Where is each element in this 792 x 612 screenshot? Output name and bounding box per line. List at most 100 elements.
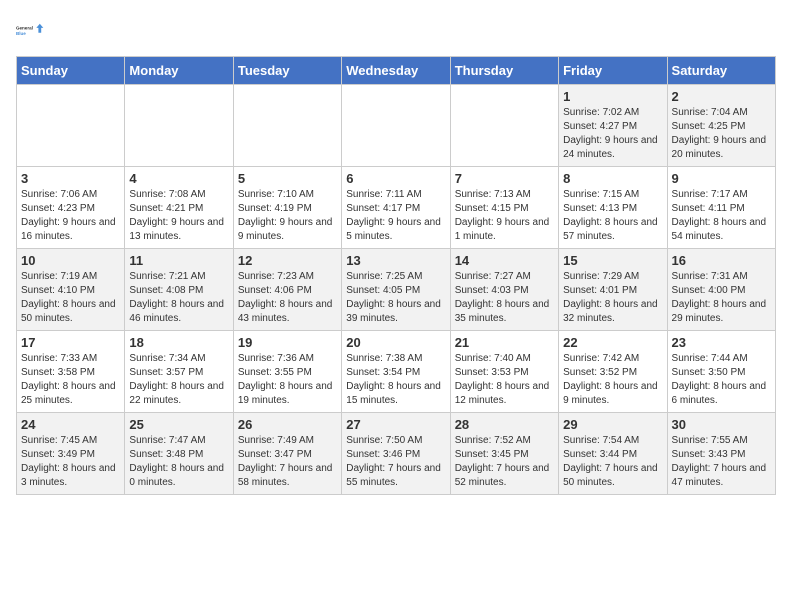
day-number: 1 (563, 89, 662, 104)
day-cell: 4 Sunrise: 7:08 AM Sunset: 4:21 PM Daylig… (125, 167, 233, 249)
day-cell: 22 Sunrise: 7:42 AM Sunset: 3:52 PM Dayli… (559, 331, 667, 413)
day-info: Sunrise: 7:44 AM Sunset: 3:50 PM Dayligh… (672, 352, 771, 408)
day-number: 10 (21, 253, 120, 268)
day-info: Sunrise: 7:49 AM Sunset: 3:47 PM Dayligh… (238, 434, 337, 490)
day-info: Sunrise: 7:04 AM Sunset: 4:25 PM Dayligh… (672, 106, 771, 162)
day-cell: 24 Sunrise: 7:45 AM Sunset: 3:49 PM Dayli… (17, 413, 125, 495)
day-number: 24 (21, 417, 120, 432)
header-cell-thursday: Thursday (450, 57, 558, 85)
day-cell: 19 Sunrise: 7:36 AM Sunset: 3:55 PM Dayli… (233, 331, 341, 413)
header-cell-saturday: Saturday (667, 57, 775, 85)
day-info: Sunrise: 7:40 AM Sunset: 3:53 PM Dayligh… (455, 352, 554, 408)
day-number: 16 (672, 253, 771, 268)
day-number: 14 (455, 253, 554, 268)
day-cell: 1 Sunrise: 7:02 AM Sunset: 4:27 PM Daylig… (559, 85, 667, 167)
day-info: Sunrise: 7:25 AM Sunset: 4:05 PM Dayligh… (346, 270, 445, 326)
day-info: Sunrise: 7:50 AM Sunset: 3:46 PM Dayligh… (346, 434, 445, 490)
day-info: Sunrise: 7:52 AM Sunset: 3:45 PM Dayligh… (455, 434, 554, 490)
day-number: 5 (238, 171, 337, 186)
day-number: 22 (563, 335, 662, 350)
day-info: Sunrise: 7:10 AM Sunset: 4:19 PM Dayligh… (238, 188, 337, 244)
day-info: Sunrise: 7:17 AM Sunset: 4:11 PM Dayligh… (672, 188, 771, 244)
day-cell: 23 Sunrise: 7:44 AM Sunset: 3:50 PM Dayli… (667, 331, 775, 413)
day-cell: 30 Sunrise: 7:55 AM Sunset: 3:43 PM Dayli… (667, 413, 775, 495)
day-cell: 28 Sunrise: 7:52 AM Sunset: 3:45 PM Dayli… (450, 413, 558, 495)
day-cell (342, 85, 450, 167)
day-info: Sunrise: 7:54 AM Sunset: 3:44 PM Dayligh… (563, 434, 662, 490)
day-info: Sunrise: 7:47 AM Sunset: 3:48 PM Dayligh… (129, 434, 228, 490)
page-header: General Blue (16, 16, 776, 44)
header-cell-tuesday: Tuesday (233, 57, 341, 85)
day-cell: 13 Sunrise: 7:25 AM Sunset: 4:05 PM Dayli… (342, 249, 450, 331)
day-info: Sunrise: 7:45 AM Sunset: 3:49 PM Dayligh… (21, 434, 120, 490)
day-cell: 26 Sunrise: 7:49 AM Sunset: 3:47 PM Dayli… (233, 413, 341, 495)
logo: General Blue (16, 16, 44, 44)
day-number: 2 (672, 89, 771, 104)
day-cell: 5 Sunrise: 7:10 AM Sunset: 4:19 PM Daylig… (233, 167, 341, 249)
day-info: Sunrise: 7:31 AM Sunset: 4:00 PM Dayligh… (672, 270, 771, 326)
day-info: Sunrise: 7:38 AM Sunset: 3:54 PM Dayligh… (346, 352, 445, 408)
day-number: 25 (129, 417, 228, 432)
calendar-table: SundayMondayTuesdayWednesdayThursdayFrid… (16, 56, 776, 495)
day-number: 13 (346, 253, 445, 268)
day-info: Sunrise: 7:55 AM Sunset: 3:43 PM Dayligh… (672, 434, 771, 490)
week-row-4: 24 Sunrise: 7:45 AM Sunset: 3:49 PM Dayli… (17, 413, 776, 495)
day-number: 12 (238, 253, 337, 268)
week-row-1: 3 Sunrise: 7:06 AM Sunset: 4:23 PM Daylig… (17, 167, 776, 249)
day-number: 27 (346, 417, 445, 432)
day-info: Sunrise: 7:11 AM Sunset: 4:17 PM Dayligh… (346, 188, 445, 244)
day-number: 23 (672, 335, 771, 350)
day-number: 28 (455, 417, 554, 432)
day-info: Sunrise: 7:42 AM Sunset: 3:52 PM Dayligh… (563, 352, 662, 408)
day-cell: 25 Sunrise: 7:47 AM Sunset: 3:48 PM Dayli… (125, 413, 233, 495)
header-row: SundayMondayTuesdayWednesdayThursdayFrid… (17, 57, 776, 85)
day-number: 4 (129, 171, 228, 186)
day-cell: 3 Sunrise: 7:06 AM Sunset: 4:23 PM Daylig… (17, 167, 125, 249)
day-cell: 18Sunrise: 7:34 AM Sunset: 3:57 PM Dayli… (125, 331, 233, 413)
header-cell-monday: Monday (125, 57, 233, 85)
day-cell: 10 Sunrise: 7:19 AM Sunset: 4:10 PM Dayli… (17, 249, 125, 331)
day-info: Sunrise: 7:29 AM Sunset: 4:01 PM Dayligh… (563, 270, 662, 326)
day-number: 8 (563, 171, 662, 186)
svg-text:Blue: Blue (16, 31, 26, 36)
day-cell: 29 Sunrise: 7:54 AM Sunset: 3:44 PM Dayli… (559, 413, 667, 495)
week-row-2: 10 Sunrise: 7:19 AM Sunset: 4:10 PM Dayli… (17, 249, 776, 331)
week-row-0: 1 Sunrise: 7:02 AM Sunset: 4:27 PM Daylig… (17, 85, 776, 167)
day-info: Sunrise: 7:23 AM Sunset: 4:06 PM Dayligh… (238, 270, 337, 326)
day-info: Sunrise: 7:21 AM Sunset: 4:08 PM Dayligh… (129, 270, 228, 326)
day-number: 9 (672, 171, 771, 186)
day-number: 19 (238, 335, 337, 350)
day-cell: 6Sunrise: 7:11 AM Sunset: 4:17 PM Daylig… (342, 167, 450, 249)
day-cell: 11 Sunrise: 7:21 AM Sunset: 4:08 PM Dayli… (125, 249, 233, 331)
header-cell-wednesday: Wednesday (342, 57, 450, 85)
day-cell (450, 85, 558, 167)
day-info: Sunrise: 7:08 AM Sunset: 4:21 PM Dayligh… (129, 188, 228, 244)
day-cell: 20 Sunrise: 7:38 AM Sunset: 3:54 PM Dayli… (342, 331, 450, 413)
week-row-3: 17Sunrise: 7:33 AM Sunset: 3:58 PM Dayli… (17, 331, 776, 413)
logo-icon: General Blue (16, 16, 44, 44)
day-number: 26 (238, 417, 337, 432)
day-number: 7 (455, 171, 554, 186)
day-info: Sunrise: 7:27 AM Sunset: 4:03 PM Dayligh… (455, 270, 554, 326)
day-cell: 12 Sunrise: 7:23 AM Sunset: 4:06 PM Dayli… (233, 249, 341, 331)
day-cell: 21Sunrise: 7:40 AM Sunset: 3:53 PM Dayli… (450, 331, 558, 413)
day-cell (125, 85, 233, 167)
day-cell: 2 Sunrise: 7:04 AM Sunset: 4:25 PM Daylig… (667, 85, 775, 167)
header-cell-friday: Friday (559, 57, 667, 85)
day-cell: 27 Sunrise: 7:50 AM Sunset: 3:46 PM Dayli… (342, 413, 450, 495)
day-info: Sunrise: 7:19 AM Sunset: 4:10 PM Dayligh… (21, 270, 120, 326)
day-number: 3 (21, 171, 120, 186)
day-cell: 17Sunrise: 7:33 AM Sunset: 3:58 PM Dayli… (17, 331, 125, 413)
day-number: 20 (346, 335, 445, 350)
day-number: 11 (129, 253, 228, 268)
day-info: Sunrise: 7:34 AM Sunset: 3:57 PM Dayligh… (129, 352, 228, 408)
day-info: Sunrise: 7:06 AM Sunset: 4:23 PM Dayligh… (21, 188, 120, 244)
day-cell: 16 Sunrise: 7:31 AM Sunset: 4:00 PM Dayli… (667, 249, 775, 331)
day-info: Sunrise: 7:33 AM Sunset: 3:58 PM Dayligh… (21, 352, 120, 408)
day-number: 30 (672, 417, 771, 432)
day-cell: 14 Sunrise: 7:27 AM Sunset: 4:03 PM Dayli… (450, 249, 558, 331)
day-info: Sunrise: 7:02 AM Sunset: 4:27 PM Dayligh… (563, 106, 662, 162)
day-info: Sunrise: 7:13 AM Sunset: 4:15 PM Dayligh… (455, 188, 554, 244)
day-number: 29 (563, 417, 662, 432)
day-info: Sunrise: 7:36 AM Sunset: 3:55 PM Dayligh… (238, 352, 337, 408)
